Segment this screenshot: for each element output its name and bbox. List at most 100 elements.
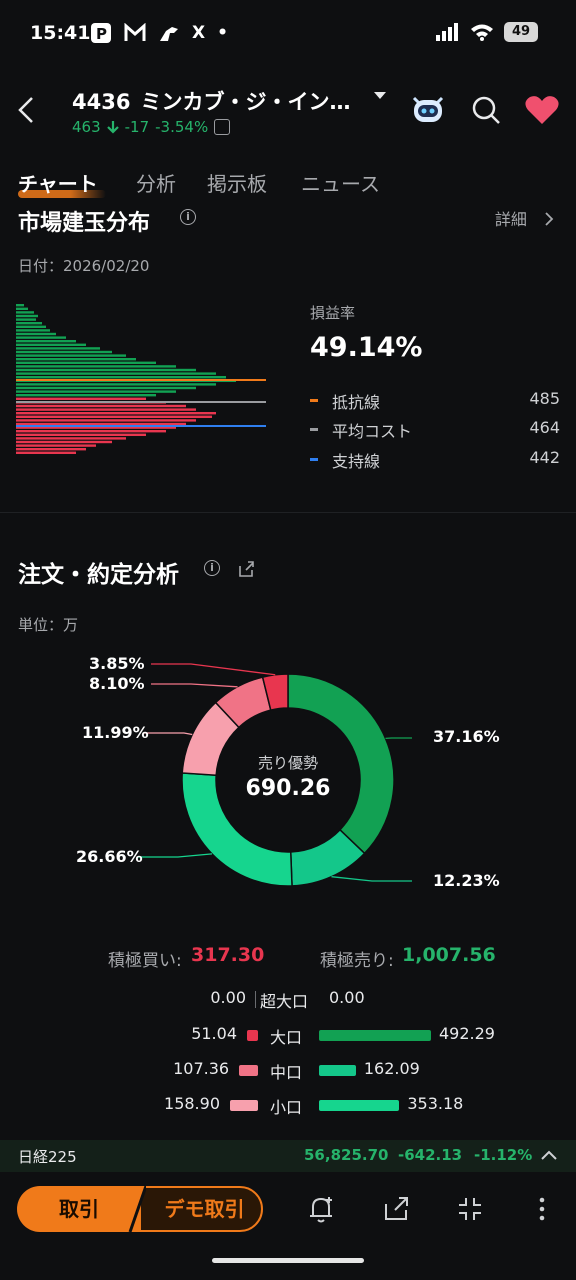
tab-chart[interactable]: チャート [18,168,98,197]
more-menu-icon[interactable] [525,1192,559,1226]
stock-code: 4436 [72,90,131,114]
stock-quote: 463 -17 -3.54% [72,118,231,136]
slice-leader-line [331,876,412,882]
donut-center-value: 690.26 [245,776,331,801]
dot-icon: • [217,23,228,43]
distribution-bar [16,448,86,451]
tab-analysis[interactable]: 分析 [136,168,176,197]
distribution-bar [16,329,50,332]
position-distribution-chart [16,304,266,454]
detail-link-label: 詳細 [494,210,527,229]
legend-name: 支持線 [332,452,381,471]
buy-bar [247,1030,258,1041]
legend-value: 485 [529,389,560,408]
add-alert-bell-icon[interactable] [304,1192,338,1226]
order-size-row: 51.04 大口 492.29 [0,1024,576,1048]
resistance-line-icon [310,399,318,402]
order-size-row: 107.36 中口 162.09 [0,1059,576,1083]
index-ticker[interactable]: 日経225 56,825.70 -642.13 -1.12% [0,1140,576,1172]
distribution-bar [16,397,146,400]
index-change: -642.13 [398,1146,463,1164]
slice-leader-line [144,732,193,736]
sell-amount: 162.09 [363,1059,420,1078]
status-bar: 15:41 P X • 49 [0,0,576,70]
slice-label-small-buy: 11.99% [82,723,149,742]
buy-amount: 51.04 [191,1024,237,1043]
distribution-bar [16,408,196,411]
wifi-icon [471,24,493,41]
distribution-bar [16,350,112,354]
back-arrow-icon[interactable] [14,92,38,128]
pl-ratio-value: 49.14% [310,332,423,363]
trade-label: 取引 [59,1197,99,1221]
distribution-bar [16,365,176,368]
separator [255,991,256,1008]
order-size-name: 大口 [270,1028,303,1047]
favorite-heart-icon[interactable] [524,94,560,126]
distribution-bar [16,304,24,307]
legend-value: 442 [529,448,560,467]
support-line-icon [310,458,318,461]
distribution-bar [16,394,156,397]
down-arrow-icon [106,121,119,134]
distribution-bar [16,440,112,444]
chevron-up-icon[interactable] [540,1148,558,1162]
section-divider [0,512,576,513]
distribution-bar [16,386,196,390]
index-change-pct: -1.12% [474,1146,533,1164]
stock-name: ミンカブ・ジ・イン… [140,90,351,114]
tab-board[interactable]: 掲示板 [207,168,267,197]
distribution-bar [16,372,216,375]
collapse-icon[interactable] [453,1192,487,1226]
order-size-name: 中口 [270,1063,303,1082]
sell-bar [319,1030,431,1041]
buy-bar [230,1100,258,1111]
tab-news[interactable]: ニュース [301,168,380,197]
search-icon[interactable] [470,94,502,126]
x-icon: X [192,23,206,43]
distribution-bar [16,343,86,346]
distribution-bar [16,415,212,418]
share-icon[interactable] [379,1192,413,1226]
order-size-name: 超大口 [260,992,309,1011]
distribution-bar [16,358,136,361]
stock-change: -17 [124,118,150,136]
slice-leader-line [151,683,238,688]
buy-bar [239,1065,258,1076]
slice-label-small-sell: 26.66% [76,847,143,866]
section-title-market: 市場建玉分布 [18,205,150,237]
buy-amount: 107.36 [173,1059,230,1078]
slice-label-large-sell: 37.16% [433,727,500,746]
info-icon[interactable]: i [204,560,220,576]
distribution-bar [16,430,166,433]
distribution-bar [16,368,196,372]
share-icon[interactable] [237,560,255,578]
info-icon[interactable]: i [180,209,196,225]
distribution-bar [16,347,100,350]
distribution-bar [16,419,196,422]
index-value: 56,825.70 [304,1146,389,1164]
legend-support: 支持線 442 [310,448,560,471]
robot-assistant-icon[interactable] [410,92,446,124]
distribution-bar [16,311,34,314]
order-size-row: 158.90 小口 353.18 [0,1094,576,1118]
demo-trade-button[interactable]: デモ取引 [128,1186,263,1232]
home-indicator[interactable] [212,1258,364,1263]
order-donut-chart [138,663,412,887]
chevron-down-icon[interactable] [374,92,386,99]
svg-text:P: P [96,25,107,43]
market-clock-icon [214,119,231,135]
distribution-bar [16,444,96,447]
stock-title[interactable]: 4436 ミンカブ・ジ・イン… [72,86,350,116]
signal-icon [436,23,458,41]
detail-link[interactable]: 詳細 [495,206,556,230]
slice-leader-line [138,853,213,858]
index-name: 日経225 [18,1148,77,1166]
donut-center-label: 売り優勢 [257,754,318,772]
trade-button[interactable]: 取引 [17,1186,141,1232]
status-time: 15:41 [30,22,91,44]
notification-icons: P X • [90,22,228,44]
legend-value: 464 [529,418,560,437]
distribution-bar [16,322,42,325]
distribution-bar [16,437,126,440]
